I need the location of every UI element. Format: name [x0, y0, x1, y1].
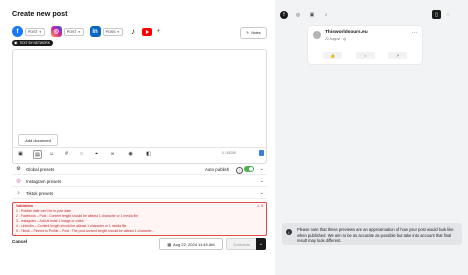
- schedule-date-value: Aug 22, 2024 11:45 AM: [173, 241, 215, 247]
- global-presets-label: Global presets: [26, 166, 55, 172]
- tiktok-icon: ♪: [17, 190, 20, 196]
- text-by-network-label: TEXT BY NETWORK: [19, 41, 50, 45]
- chevron-down-icon: ⌄: [259, 178, 264, 184]
- calendar-icon: ▦: [167, 241, 172, 247]
- text-by-network-toggle[interactable]: ◉ TEXT BY NETWORK: [12, 40, 53, 46]
- comment-icon: ○: [356, 52, 375, 59]
- page-title: Create new post: [12, 9, 68, 18]
- hashtag-icon[interactable]: #: [63, 150, 70, 157]
- chevron-down-icon: ⌄: [258, 241, 264, 247]
- error-count-badge: ⚠ 5: [256, 204, 263, 208]
- globe-icon: ◉: [14, 40, 18, 45]
- error-line: 2 - Facebook – Post : Content length sho…: [16, 214, 138, 218]
- preview-disclaimer: i Please note that these previews are an…: [282, 223, 462, 245]
- error-line: 1 - Publish date can't be in your date: [16, 209, 71, 213]
- facebook-chip-label: POST: [28, 29, 38, 34]
- settings-icon: ⚙: [16, 166, 21, 172]
- instagram-icon: ◎: [16, 178, 21, 184]
- desktop-preview-button[interactable]: ▯: [432, 10, 441, 19]
- error-count: 5: [261, 204, 263, 208]
- tiktok-presets-label: Tiktok presets: [26, 190, 54, 196]
- chevron-down-icon: ⌄: [259, 166, 264, 172]
- validation-title: Validation: [16, 204, 33, 208]
- schedule-button[interactable]: Schedule: [226, 238, 257, 250]
- instagram-icon[interactable]: ◎: [50, 26, 62, 37]
- instagram-presets-label: Instagram presets: [26, 178, 62, 184]
- add-document-button[interactable]: Add document: [18, 134, 58, 146]
- emoji-icon[interactable]: ☺: [48, 150, 55, 157]
- instagram-chip-label: POST: [66, 29, 77, 34]
- tiktok-presets-row[interactable]: ♪ Tiktok presets ⌄: [12, 188, 267, 199]
- instagram-icon[interactable]: ◎: [294, 11, 302, 19]
- error-line: 5 - Tiktok – Pinned to Profile – Post : …: [16, 229, 155, 233]
- auto-publish-label: Auto publish: [205, 167, 230, 172]
- instagram-presets-row[interactable]: ◎ Instagram presets ⌄: [12, 176, 267, 187]
- youtube-icon[interactable]: [141, 26, 153, 37]
- chevron-down-icon: ▼: [116, 29, 120, 34]
- ai-assist-icon[interactable]: ◧: [145, 150, 152, 157]
- chevron-down-icon: ▼: [77, 29, 81, 34]
- link-icon[interactable]: ∞: [109, 150, 116, 157]
- post-date: 22 August · ◍: [325, 37, 346, 41]
- notes-icon: ✎: [246, 31, 250, 35]
- linkedin-post-type-select[interactable]: POSS ▼: [102, 27, 123, 36]
- linkedin-icon[interactable]: in: [89, 26, 101, 37]
- schedule-date-picker[interactable]: ▦ Aug 22, 2024 11:45 AM: [159, 238, 223, 250]
- toolbar-divider: [12, 147, 267, 148]
- toggle-knob: [249, 167, 253, 171]
- error-line: 4 - LinkedIn – Content length should be …: [16, 224, 127, 228]
- desktop-icon: ▯: [435, 11, 438, 18]
- network-selector: f POST ▼ ◎ POST ▼ in POSS ▼ ♪ +: [12, 26, 161, 37]
- share-icon: ↗: [388, 52, 407, 59]
- linkedin-chip-label: POSS: [105, 29, 116, 34]
- post-preview-card: Thisworldsours.eu 22 August · ◍ ··· 👍 ○ …: [308, 26, 422, 64]
- facebook-icon[interactable]: f: [12, 26, 23, 37]
- cancel-button[interactable]: Cancel: [12, 239, 27, 244]
- location-icon[interactable]: ⌖: [93, 150, 100, 157]
- linkedin-icon[interactable]: ▣: [308, 11, 316, 19]
- like-icon: 👍: [323, 52, 342, 59]
- notes-label: Notes: [251, 31, 261, 35]
- notes-button[interactable]: ✎ Notes: [240, 27, 267, 39]
- comment-icon[interactable]: ○: [78, 150, 85, 157]
- facebook-post-type-select[interactable]: POST ▼: [25, 27, 45, 36]
- avatar: [313, 31, 321, 39]
- help-icon[interactable]: ?: [236, 167, 243, 174]
- disclaimer-text: Please note that these previews are an a…: [297, 227, 454, 243]
- document-icon[interactable]: ▤: [33, 150, 42, 159]
- mobile-preview-button[interactable]: ◌: [444, 11, 452, 19]
- chevron-down-icon: ▼: [38, 29, 42, 34]
- mobile-icon: ◌: [446, 12, 450, 18]
- globe-icon: ◍: [343, 37, 347, 41]
- error-line: 3 - Instagram – Add at least 1 image or …: [16, 219, 85, 223]
- more-options-icon[interactable]: ···: [412, 30, 417, 36]
- page-name: Thisworldsours.eu: [325, 30, 368, 35]
- info-icon: i: [286, 229, 292, 235]
- instagram-post-type-select[interactable]: POST ▼: [63, 27, 84, 36]
- schedule-options-button[interactable]: ⌄: [256, 238, 266, 250]
- post-date-text: 22 August ·: [325, 37, 343, 41]
- preview-icon[interactable]: ◉: [127, 150, 134, 157]
- tiktok-icon[interactable]: ♪: [322, 11, 330, 19]
- character-counter: 0 / 63206: [222, 151, 236, 155]
- chevron-down-icon: ⌄: [259, 190, 264, 196]
- media-icon[interactable]: ▣: [17, 150, 24, 157]
- validation-errors: Validation ⚠ 5 1 - Publish date can't be…: [12, 202, 267, 236]
- language-icon[interactable]: [259, 150, 264, 156]
- tiktok-icon[interactable]: ♪: [127, 26, 139, 37]
- facebook-icon[interactable]: f: [280, 11, 288, 19]
- auto-publish-toggle[interactable]: [244, 166, 254, 172]
- add-network-button[interactable]: +: [157, 28, 161, 35]
